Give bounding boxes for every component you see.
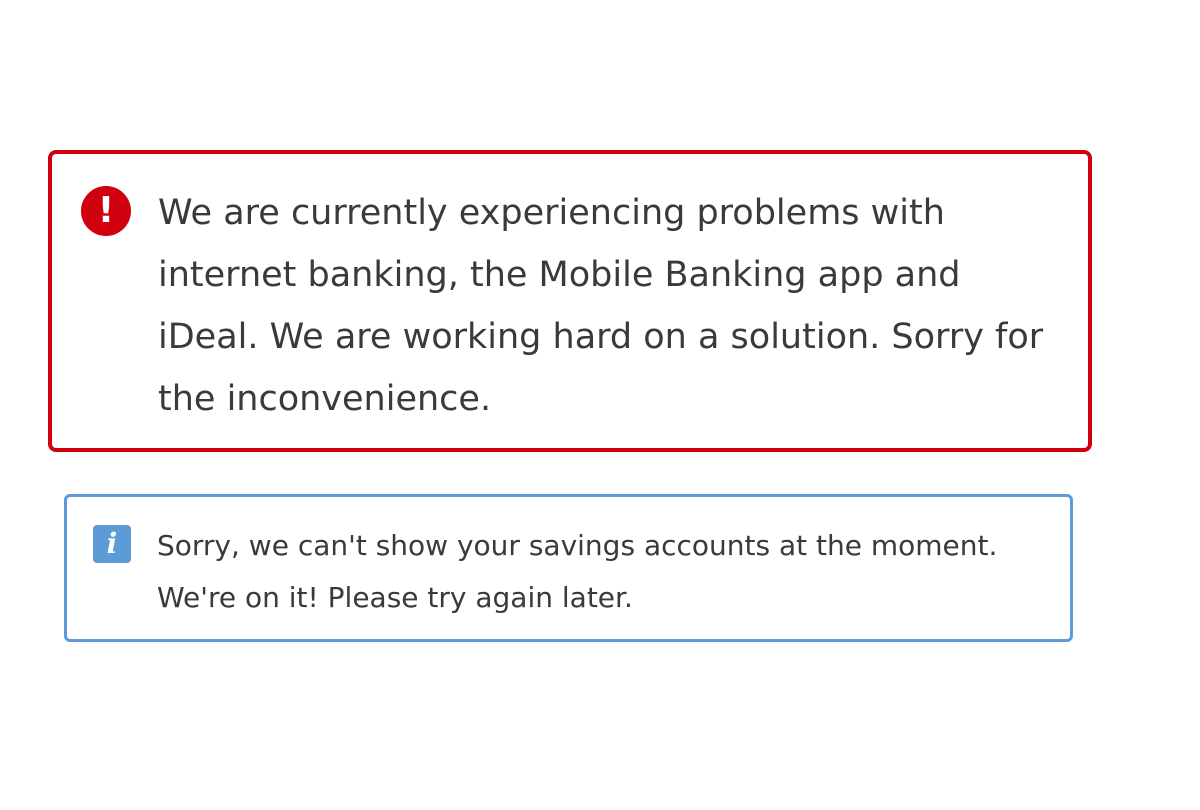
error-alert: ! We are currently experiencing problems… <box>48 150 1092 452</box>
info-icon: i <box>93 525 131 563</box>
info-alert-message: Sorry, we can't show your savings accoun… <box>157 529 998 614</box>
exclamation-icon: ! <box>81 186 131 236</box>
info-alert: i Sorry, we can't show your savings acco… <box>64 494 1073 642</box>
error-alert-message: We are currently experiencing problems w… <box>158 193 1044 419</box>
